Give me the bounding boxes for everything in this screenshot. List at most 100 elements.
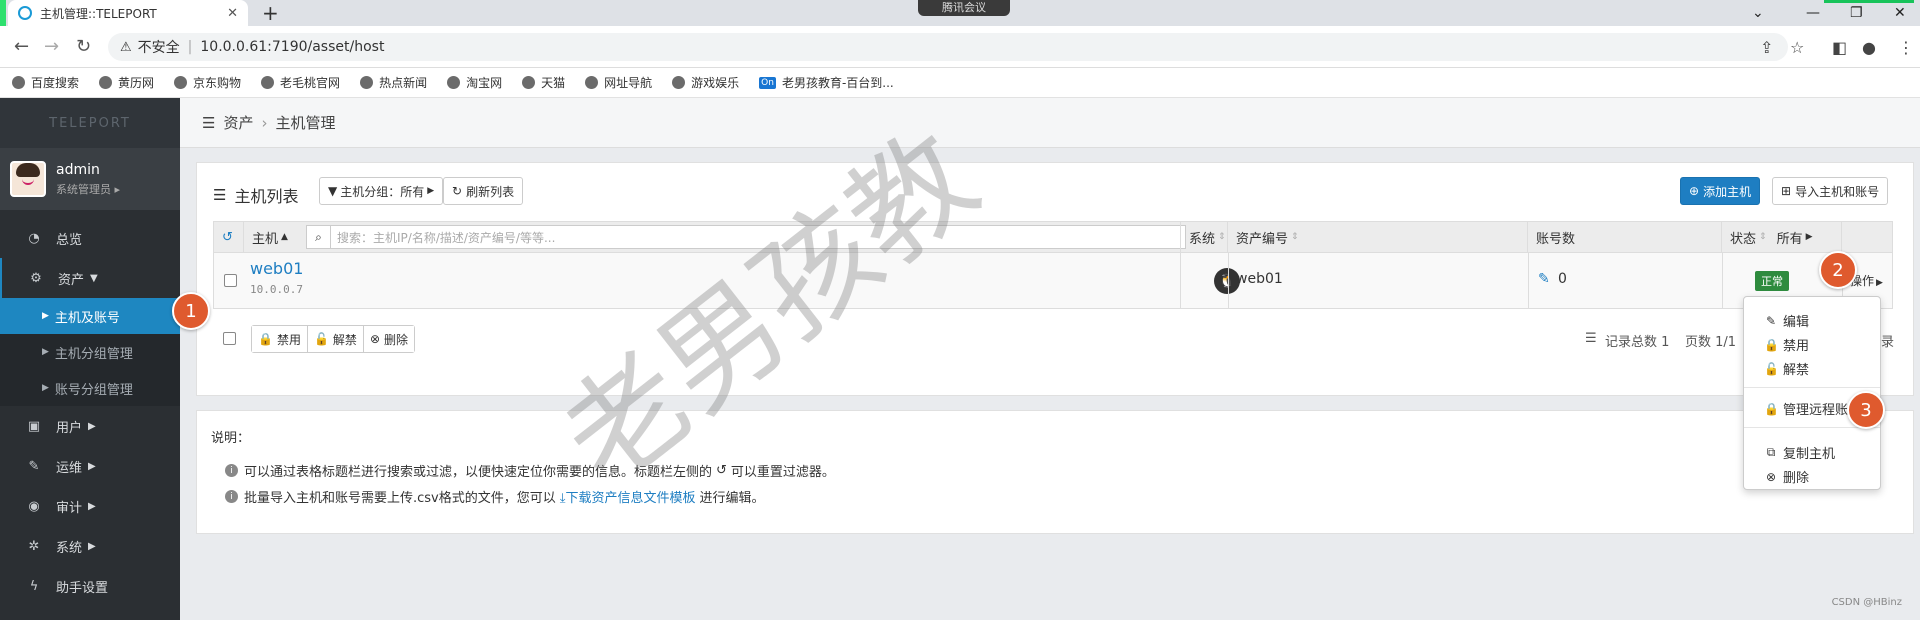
status-filter[interactable]: 所有 [1777, 228, 1803, 247]
import-icon: ⊞ [1781, 184, 1792, 198]
note-text: 可以重置过滤器。 [730, 465, 835, 480]
assets-icon: ⚙ [30, 270, 42, 286]
refresh-button[interactable]: ↻ 刷新列表 [443, 177, 524, 205]
bookmark[interactable]: 天猫 [522, 74, 565, 91]
meeting-indicator: 腾讯会议 [918, 0, 1010, 16]
sidebar-item-overview[interactable]: ◔ 总览 [0, 218, 180, 258]
sidebar-item-label: 资产 [58, 272, 85, 288]
edit-accounts-icon[interactable]: ✎ [1538, 271, 1550, 287]
copy-icon: ⧉ [1766, 445, 1776, 459]
bulk-delete-button[interactable]: ⊗ 删除 [363, 326, 415, 352]
add-host-button[interactable]: ⊕ 添加主机 [1680, 177, 1761, 205]
user-panel[interactable]: admin 系统管理员 ▸ [0, 148, 180, 210]
chevron-right-icon: ▶ [88, 540, 96, 552]
cell-divider [1528, 253, 1529, 309]
sidebar-item-label: 运维 [56, 460, 83, 476]
info-icon: i [225, 464, 238, 477]
select-all-checkbox[interactable] [223, 332, 236, 345]
warning-icon: ⚠ [120, 39, 132, 55]
share-icon[interactable]: ⇪ [1760, 38, 1773, 57]
user-lock-icon: 🔒 [1764, 401, 1779, 416]
search-input[interactable]: ⌕ 搜索：主机IP/名称/描述/资产编号/等等... [306, 225, 1186, 249]
menu-item-label: 禁用 [1783, 339, 1810, 354]
eye-icon: ◉ [28, 498, 40, 514]
column-asset-no[interactable]: 资产编号 ⇕ [1228, 222, 1528, 252]
bookmark-label: 百度搜索 [31, 76, 80, 90]
note-text: 可以通过表格标题栏进行搜索或过滤，以便快速定位你需要的信息。标题栏左侧的 [244, 465, 713, 480]
browser-menu-icon[interactable]: ⋮ [1898, 38, 1914, 57]
column-os[interactable]: 系统 ⇕ [1180, 222, 1228, 252]
sidebar-subitem-label: 账号分组管理 [54, 382, 133, 398]
browser-tab[interactable]: 主机管理::TELEPORT ✕ [8, 0, 248, 26]
sidebar-item-system[interactable]: ✲ 系统 ▶ [0, 526, 180, 566]
sidebar-item-audit[interactable]: ◉ 审计 ▶ [0, 486, 180, 526]
bookmark-star-icon[interactable]: ☆ [1790, 38, 1804, 57]
tab-search-icon[interactable]: ⌄ [1752, 0, 1764, 26]
bookmark-label: 京东购物 [193, 76, 242, 90]
column-host-label: 主机 [252, 231, 279, 247]
search-icon: ⌕ [307, 226, 331, 248]
import-label: 导入主机和账号 [1795, 184, 1880, 199]
column-status[interactable]: 状态 ⇕ 所有 ▶ [1722, 222, 1842, 252]
bookmark[interactable]: 老毛桃官网 [261, 74, 340, 91]
url-field[interactable]: ⚠ 不安全 | 10.0.0.61:7190/asset/host [108, 33, 1788, 61]
bulk-disable-label: 禁用 [276, 332, 301, 347]
sidebar-item-assets[interactable]: ⚙ 资产 ▼ [0, 258, 180, 298]
lock-icon: 🔒 [1764, 337, 1779, 352]
host-name-link[interactable]: web01 [250, 259, 303, 278]
globe-icon [99, 76, 113, 89]
bookmark-label: 黄历网 [118, 76, 155, 90]
download-template-link[interactable]: ⤓下载资产信息文件模板 [560, 487, 696, 506]
gear-icon: ✲ [28, 538, 40, 554]
bookmark[interactable]: 游戏娱乐 [672, 74, 739, 91]
forward-icon[interactable]: → [44, 36, 59, 57]
menu-item-copy-host[interactable]: ⧉ 复制主机 [1764, 443, 1835, 462]
bookmark[interactable]: 淘宝网 [447, 74, 502, 91]
menu-item-manage-remote[interactable]: 🔒 管理远程账 [1764, 399, 1848, 419]
sidebar-subitem-account-groups[interactable]: ▶ 账号分组管理 [0, 370, 180, 406]
menu-divider [1744, 387, 1880, 388]
reset-filter-icon[interactable]: ↺ [214, 222, 244, 252]
sidepanel-icon[interactable]: ◧ [1832, 38, 1847, 57]
back-icon[interactable]: ← [14, 36, 29, 57]
menu-item-enable[interactable]: 🔓 解禁 [1764, 359, 1809, 379]
cell-divider [1228, 253, 1229, 309]
row-checkbox[interactable] [224, 274, 237, 287]
column-status-label: 状态 [1730, 231, 1757, 247]
sidebar-item-assistant[interactable]: ϟ 助手设置 [0, 566, 180, 606]
new-tab-button[interactable]: + [262, 1, 279, 25]
status-badge: 正常 [1755, 271, 1789, 291]
menu-item-edit[interactable]: ✎ 编辑 [1764, 311, 1809, 331]
bookmark[interactable]: On 老男孩教育-百台到... [759, 74, 894, 91]
bulk-enable-button[interactable]: 🔓 解禁 [307, 326, 364, 352]
restore-icon[interactable]: ❐ [1850, 0, 1863, 26]
annotation-marker: 3 [1847, 391, 1885, 429]
refresh-icon: ↻ [452, 184, 463, 198]
column-asset-label: 资产编号 [1236, 231, 1289, 247]
column-host[interactable]: 主机 ▲ [244, 222, 304, 252]
dashboard-icon: ◔ [28, 230, 40, 246]
minimize-icon[interactable]: — [1806, 0, 1820, 26]
search-placeholder: 搜索：主机IP/名称/描述/资产编号/等等... [337, 230, 556, 245]
bookmark[interactable]: 热点新闻 [360, 74, 427, 91]
tab-close-icon[interactable]: ✕ [227, 6, 238, 21]
reload-icon[interactable]: ↻ [76, 36, 91, 57]
group-filter-button[interactable]: ▼ 主机分组：所有 ▶ [319, 177, 444, 205]
sidebar-item-ops[interactable]: ✎ 运维 ▶ [0, 446, 180, 486]
sidebar-item-users[interactable]: ▣ 用户 ▶ [0, 406, 180, 446]
menu-item-disable[interactable]: 🔒 禁用 [1764, 335, 1810, 355]
bookmark[interactable]: 网址导航 [585, 74, 652, 91]
bookmark[interactable]: 黄历网 [99, 74, 154, 91]
bookmark[interactable]: 京东购物 [174, 74, 241, 91]
profile-icon[interactable]: ● [1862, 38, 1876, 57]
window-close-icon[interactable]: ✕ [1894, 0, 1906, 26]
bulk-disable-button[interactable]: 🔒 禁用 [252, 326, 308, 352]
menu-item-delete[interactable]: ⊗ 删除 [1764, 467, 1809, 487]
panel-title-text: 主机列表 [234, 187, 299, 206]
sidebar-subitem-host-groups[interactable]: ▶ 主机分组管理 [0, 334, 180, 370]
note-line: i 可以通过表格标题栏进行搜索或过滤，以便快速定位你需要的信息。标题栏左侧的 ↺… [225, 461, 835, 480]
import-button[interactable]: ⊞ 导入主机和账号 [1772, 177, 1889, 205]
sidebar-subitem-hosts[interactable]: ▶ 主机及账号 [0, 298, 180, 334]
bookmark[interactable]: 百度搜索 [12, 74, 79, 91]
breadcrumb-root[interactable]: 资产 [223, 112, 253, 133]
